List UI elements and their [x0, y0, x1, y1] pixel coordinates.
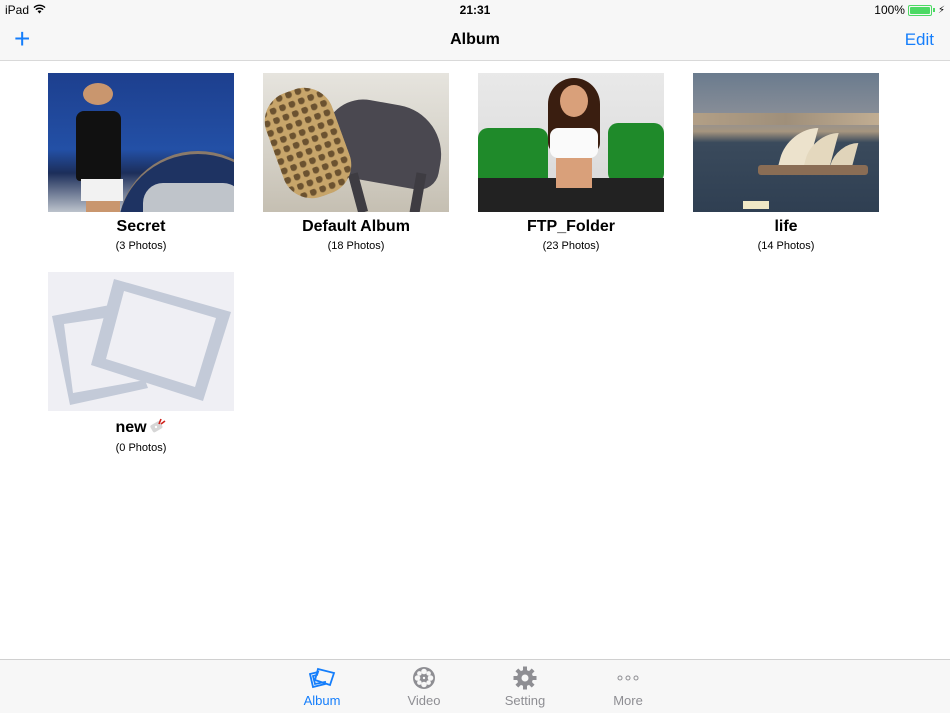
tab-label: Setting	[504, 693, 546, 708]
album-photo-count: (18 Photos)	[327, 240, 385, 252]
status-bar: iPad 21:31 100% ⚡︎	[0, 0, 950, 20]
album-icon	[282, 664, 362, 692]
battery-icon	[907, 4, 932, 16]
tab-bar: Album Video Setting More	[0, 659, 950, 713]
battery-percent: 100%	[874, 3, 905, 17]
album-name: new	[115, 418, 147, 436]
tab-label: More	[613, 693, 643, 708]
album-thumbnail	[693, 73, 879, 212]
tab-video[interactable]: Video	[384, 664, 464, 708]
album-item-secret[interactable]: Secret (3 Photos)	[48, 73, 234, 252]
album-name: life	[774, 218, 798, 235]
album-item-life[interactable]: life (14 Photos)	[693, 73, 879, 252]
album-item-default-album[interactable]: Default Album (18 Photos)	[263, 73, 449, 252]
tab-label: Video	[407, 693, 441, 708]
tab-more[interactable]: More	[588, 664, 668, 708]
album-name: Default Album	[302, 218, 410, 235]
album-photo-count: (3 Photos)	[115, 240, 167, 252]
lock-tag-icon	[149, 417, 167, 438]
more-dots-icon	[588, 664, 668, 692]
tab-album[interactable]: Album	[282, 664, 362, 708]
album-photo-count: (14 Photos)	[757, 240, 815, 252]
album-item-new[interactable]: new (0 Photos)	[48, 272, 234, 454]
tab-label: Album	[303, 693, 341, 708]
album-item-ftp-folder[interactable]: FTP_Folder (23 Photos)	[478, 73, 664, 252]
tab-setting[interactable]: Setting	[485, 664, 565, 708]
album-photo-count: (0 Photos)	[115, 442, 167, 454]
album-thumbnail	[478, 73, 664, 212]
gear-icon	[485, 664, 565, 692]
empty-album-placeholder-icon	[52, 279, 231, 405]
navigation-bar: + Album Edit	[0, 20, 950, 61]
album-thumbnail	[48, 272, 234, 411]
album-name: FTP_Folder	[526, 218, 615, 235]
bolt-icon: ⚡︎	[937, 4, 945, 16]
edit-button[interactable]: Edit	[905, 30, 934, 50]
album-thumbnail	[263, 73, 449, 212]
album-name: Secret	[116, 218, 166, 235]
clock: 21:31	[459, 3, 491, 17]
album-photo-count: (23 Photos)	[542, 240, 600, 252]
page-title: Album	[450, 31, 500, 48]
album-thumbnail	[48, 73, 234, 212]
battery-nub	[932, 8, 935, 12]
film-reel-icon	[384, 664, 464, 692]
